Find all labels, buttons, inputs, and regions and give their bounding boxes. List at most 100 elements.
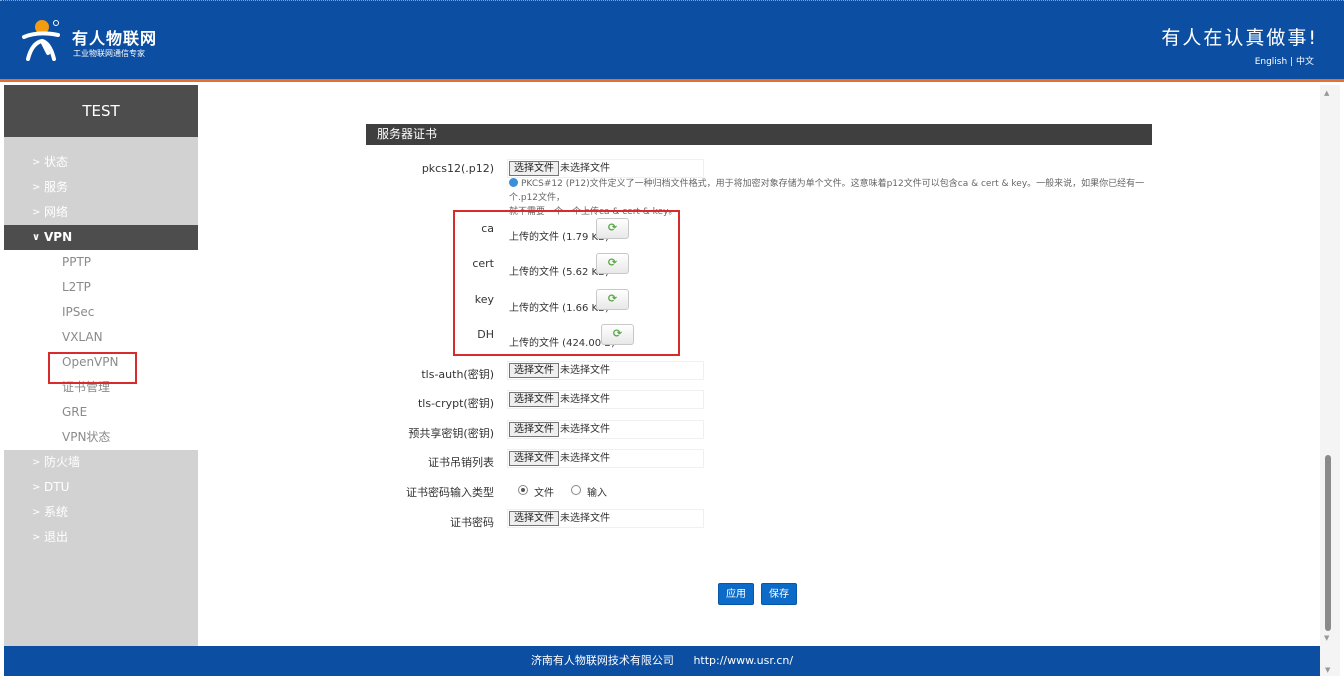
footer-company: 济南有人物联网技术有限公司 xyxy=(530,654,674,667)
psk-label: 预共享密钥(密钥) xyxy=(408,427,494,440)
sidebar-item-status[interactable]: > 状态 xyxy=(4,150,198,175)
choose-file-button[interactable]: 选择文件 xyxy=(509,422,559,437)
refresh-icon: ⟳ xyxy=(607,256,618,269)
logo-icon xyxy=(22,20,60,61)
ca-uploaded-text: 上传的文件 (1.79 KB) xyxy=(509,232,609,243)
tls-auth-file-input: 选择文件 未选择文件 xyxy=(507,361,704,380)
no-file-text: 未选择文件 xyxy=(560,365,610,376)
sidebar-item-label: 系统 xyxy=(44,505,69,519)
sidebar-subitem-vpn-status[interactable]: VPN状态 xyxy=(4,425,198,450)
brand-subtitle: 工业物联网通信专家 xyxy=(73,49,145,58)
no-file-text: 未选择文件 xyxy=(560,453,610,464)
cert-pwd-file-input: 选择文件 未选择文件 xyxy=(507,509,704,528)
section-title: 服务器证书 xyxy=(366,124,1152,145)
dh-replace-button[interactable]: ⟳ xyxy=(601,324,634,345)
radio-input[interactable] xyxy=(571,485,581,495)
scroll-thumb[interactable] xyxy=(1325,455,1331,631)
refresh-icon: ⟳ xyxy=(607,221,618,234)
tls-auth-label: tls-auth(密钥) xyxy=(421,368,494,381)
choose-file-button[interactable]: 选择文件 xyxy=(509,511,559,526)
pkcs12-label: pkcs12(.p12) xyxy=(421,162,494,175)
crl-label: 证书吊销列表 xyxy=(428,456,494,469)
cert-label: cert xyxy=(472,257,494,270)
pkcs12-help-line1: PKCS#12 (P12)文件定义了一种归档文件格式，用于将加密对象存储为单个文… xyxy=(509,179,1145,203)
language-switcher: English | 中文 xyxy=(1255,54,1314,67)
scroll-down-icon[interactable]: ▼ xyxy=(1324,634,1329,642)
sidebar: TEST > 状态 > 服务 > 网络 ∨ VPN PPTP L2TP IPSec VX… xyxy=(4,85,198,646)
main-content: 服务器证书 pkcs12(.p12) 选择文件 未选择文件 PKCS#12 (P1… xyxy=(198,85,1320,646)
chevron-right-icon: > xyxy=(32,182,41,193)
sidebar-item-network[interactable]: > 网络 xyxy=(4,200,198,225)
psk-file-input: 选择文件 未选择文件 xyxy=(507,420,704,439)
refresh-icon: ⟳ xyxy=(612,327,623,340)
key-replace-button[interactable]: ⟳ xyxy=(596,289,629,310)
pkcs12-file-input: 选择文件 未选择文件 xyxy=(507,159,704,178)
no-file-text: 未选择文件 xyxy=(560,513,610,524)
sidebar-item-services[interactable]: > 服务 xyxy=(4,175,198,200)
header: 有人物联网 工业物联网通信专家 有人在认真做事! English | 中文 xyxy=(0,0,1344,82)
sidebar-item-system[interactable]: > 系统 xyxy=(4,500,198,525)
tls-crypt-file-input: 选择文件 未选择文件 xyxy=(507,390,704,409)
sidebar-item-logout[interactable]: > 退出 xyxy=(4,525,198,550)
chevron-right-icon: > xyxy=(32,482,41,493)
sidebar-item-label: DTU xyxy=(44,480,70,494)
ca-label: ca xyxy=(481,222,494,235)
sidebar-item-firewall[interactable]: > 防火墙 xyxy=(4,450,198,475)
chevron-down-icon: ∨ xyxy=(32,232,41,243)
sidebar-subitem-vxlan[interactable]: VXLAN xyxy=(4,325,198,350)
ca-replace-button[interactable]: ⟳ xyxy=(596,218,629,239)
choose-file-button[interactable]: 选择文件 xyxy=(509,451,559,466)
sidebar-subitem-ipsec[interactable]: IPSec xyxy=(4,300,198,325)
chevron-right-icon: > xyxy=(32,157,41,168)
sidebar-item-dtu[interactable]: > DTU xyxy=(4,475,198,500)
scroll-up-icon[interactable]: ▲ xyxy=(1324,89,1329,97)
help-icon xyxy=(509,178,518,187)
sidebar-item-label: 退出 xyxy=(44,530,69,544)
chevron-right-icon: > xyxy=(32,532,41,543)
choose-file-button[interactable]: 选择文件 xyxy=(509,161,559,176)
save-button[interactable]: 保存 xyxy=(761,583,797,605)
choose-file-button[interactable]: 选择文件 xyxy=(509,363,559,378)
sidebar-item-label: VPN xyxy=(44,230,73,244)
sidebar-subitem-openvpn[interactable]: OpenVPN xyxy=(4,350,198,384)
pwd-type-label: 证书密码输入类型 xyxy=(406,486,494,499)
key-label: key xyxy=(474,293,494,306)
sidebar-item-label: 状态 xyxy=(44,155,69,169)
tls-crypt-label: tls-crypt(密钥) xyxy=(417,397,494,410)
scrollbar[interactable]: ▲ ▼ xyxy=(1320,85,1340,646)
highlight-box xyxy=(48,352,137,384)
chevron-right-icon: > xyxy=(32,457,41,468)
device-name: TEST xyxy=(4,85,198,137)
lang-english-link[interactable]: English xyxy=(1255,57,1288,67)
sidebar-menu: > 状态 > 服务 > 网络 ∨ VPN PPTP L2TP IPSec VXLAN O… xyxy=(4,150,198,550)
sidebar-item-vpn[interactable]: ∨ VPN xyxy=(4,225,198,250)
sidebar-subitem-gre[interactable]: GRE xyxy=(4,400,198,425)
no-file-text: 未选择文件 xyxy=(560,163,610,174)
slogan: 有人在认真做事! xyxy=(1161,27,1318,49)
cert-replace-button[interactable]: ⟳ xyxy=(596,253,629,274)
brand-name: 有人物联网 xyxy=(72,29,158,48)
footer: 济南有人物联网技术有限公司 http://www.usr.cn/ xyxy=(4,646,1320,676)
no-file-text: 未选择文件 xyxy=(560,424,610,435)
apply-button[interactable]: 应用 xyxy=(718,583,754,605)
cert-pwd-label: 证书密码 xyxy=(450,516,494,529)
lang-chinese-link[interactable]: 中文 xyxy=(1296,57,1314,67)
dh-label: DH xyxy=(477,328,494,341)
chevron-right-icon: > xyxy=(32,507,41,518)
sidebar-item-label: 服务 xyxy=(44,180,69,194)
radio-input-label: 输入 xyxy=(587,488,607,499)
page-scrollbar[interactable]: ▼ xyxy=(1320,646,1340,676)
choose-file-button[interactable]: 选择文件 xyxy=(509,392,559,407)
sidebar-subitem-l2tp[interactable]: L2TP xyxy=(4,275,198,300)
chevron-right-icon: > xyxy=(32,207,41,218)
cert-uploaded-text: 上传的文件 (5.62 KB) xyxy=(509,267,609,278)
sidebar-subitem-pptp[interactable]: PPTP xyxy=(4,250,198,275)
crl-file-input: 选择文件 未选择文件 xyxy=(507,449,704,468)
scroll-down-icon[interactable]: ▼ xyxy=(1325,666,1330,674)
key-uploaded-text: 上传的文件 (1.66 KB) xyxy=(509,303,609,314)
footer-url[interactable]: http://www.usr.cn/ xyxy=(693,654,793,667)
refresh-icon: ⟳ xyxy=(607,292,618,305)
radio-file-label: 文件 xyxy=(534,488,554,499)
radio-file[interactable] xyxy=(518,485,528,495)
sidebar-item-label: 防火墙 xyxy=(44,455,81,469)
